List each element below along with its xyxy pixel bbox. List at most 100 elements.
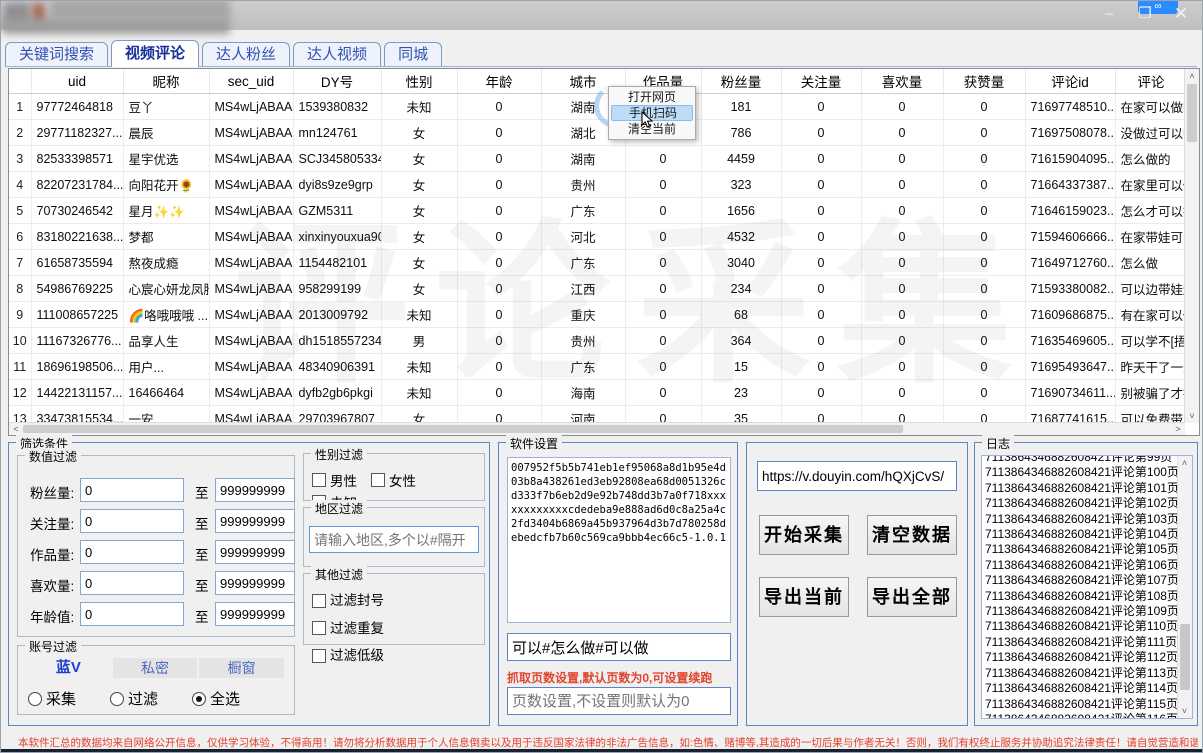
start-collect-button[interactable]: 开始采集 [759,515,849,555]
cell-row-number[interactable]: 1 [9,94,31,120]
cell-works-count[interactable]: 0 [625,172,701,198]
cell-nickname[interactable]: 品享人生 [123,328,209,354]
cell-fans-count[interactable]: 1656 [701,198,781,224]
checkbox-男性[interactable]: 男性 [312,470,357,490]
cell-row-number[interactable]: 3 [9,146,31,172]
checkbox-icon[interactable] [312,473,326,487]
cell-sec-uid[interactable]: MS4wLjABAA... [209,328,293,354]
cell-gender[interactable]: 未知 [381,380,457,406]
cell-comment[interactable]: 怎么才可以找... [1115,198,1185,224]
scroll-up-icon[interactable]: ˄ [1185,71,1199,81]
cell-nickname[interactable]: 心宸心妍龙凤胎 [123,276,209,302]
cell-works-count[interactable]: 0 [625,146,701,172]
cell-comment-id[interactable]: 71609686875... [1025,302,1115,328]
cell-follow-count[interactable]: 0 [781,302,861,328]
cell-comment[interactable]: 有在家可以做... [1115,302,1185,328]
radio-icon[interactable] [110,692,124,706]
cell-like-count[interactable]: 0 [861,302,943,328]
account-type-3-button[interactable]: 橱窗 [199,658,284,678]
cell-sec-uid[interactable]: MS4wLjABAA... [209,354,293,380]
column-header-nickname[interactable]: 昵称 [123,69,209,94]
cell-city[interactable]: 广东 [541,198,625,224]
scroll-right-icon[interactable]: ˃ [1173,424,1183,434]
cell-age[interactable]: 0 [457,146,541,172]
cell-praise-count[interactable]: 0 [943,380,1025,406]
cell-age[interactable]: 0 [457,302,541,328]
cell-comment-id[interactable]: 71649712760... [1025,250,1115,276]
cell-uid[interactable]: 82207231784... [31,172,123,198]
cell-nickname[interactable]: 用户... [123,354,209,380]
cell-sec-uid[interactable]: MS4wLjABAA... [209,302,293,328]
table-vertical-scrollbar[interactable]: ˄ ˅ [1184,69,1199,423]
cell-praise-count[interactable]: 0 [943,224,1025,250]
cell-nickname[interactable]: 星宇优选 [123,146,209,172]
cell-comment-id[interactable]: 71695493647... [1025,354,1115,380]
cell-dy-id[interactable]: xinxinyouxua90 [293,224,381,250]
cell-works-count[interactable]: 0 [625,250,701,276]
cell-follow-count[interactable]: 0 [781,198,861,224]
cell-follow-count[interactable]: 0 [781,172,861,198]
cell-uid[interactable]: 70730246542 [31,198,123,224]
cell-age[interactable]: 0 [457,250,541,276]
cell-sec-uid[interactable]: MS4wLjABAA... [209,198,293,224]
max-input[interactable] [215,478,295,502]
cell-praise-count[interactable]: 0 [943,146,1025,172]
cell-sec-uid[interactable]: MS4wLjABAA... [209,250,293,276]
cell-praise-count[interactable]: 0 [943,302,1025,328]
region-input[interactable] [309,526,479,553]
cell-praise-count[interactable]: 0 [943,354,1025,380]
cell-follow-count[interactable]: 0 [781,250,861,276]
min-input[interactable] [80,571,184,595]
checkbox-icon[interactable] [312,649,326,663]
cell-gender[interactable]: 女 [381,276,457,302]
cell-age[interactable]: 0 [457,94,541,120]
cell-follow-count[interactable]: 0 [781,354,861,380]
cell-comment-id[interactable]: 71646159023... [1025,198,1115,224]
checkbox-icon[interactable] [371,473,385,487]
cell-fans-count[interactable]: 234 [701,276,781,302]
cell-fans-count[interactable]: 15 [701,354,781,380]
tab-5[interactable]: 同城 [384,42,442,66]
cell-sec-uid[interactable]: MS4wLjABAA... [209,406,293,424]
scroll-up-icon[interactable]: ˄ [1178,458,1191,468]
cell-comment-id[interactable]: 71687741615... [1025,406,1115,424]
cell-uid[interactable]: 11167326776... [31,328,123,354]
cell-city[interactable]: 河南 [541,406,625,424]
cell-works-count[interactable]: 0 [625,380,701,406]
cell-fans-count[interactable]: 4532 [701,224,781,250]
min-input[interactable] [80,540,184,564]
table-row[interactable]: 1333473815534...一安MS4wLjABAA...297039678… [9,406,1185,424]
cell-like-count[interactable]: 0 [861,250,943,276]
cell-city[interactable]: 重庆 [541,302,625,328]
cell-city[interactable]: 海南 [541,380,625,406]
close-button[interactable]: ✕ [1169,4,1193,24]
cell-row-number[interactable]: 9 [9,302,31,328]
cell-gender[interactable]: 女 [381,224,457,250]
cell-nickname[interactable]: 晨辰 [123,120,209,146]
scrollbar-thumb[interactable] [1180,624,1190,690]
cell-follow-count[interactable]: 0 [781,146,861,172]
cell-follow-count[interactable]: 0 [781,328,861,354]
cell-comment-id[interactable]: 71664337387... [1025,172,1115,198]
cell-age[interactable]: 0 [457,380,541,406]
table-row[interactable]: 570730246542星月✨✨MS4wLjABAA...GZM5311女0广东… [9,198,1185,224]
cell-follow-count[interactable]: 0 [781,224,861,250]
cell-nickname[interactable]: 向阳花开🌻 [123,172,209,198]
table-row[interactable]: 382533398571星宇优选MS4wLjABAA...SCJ34580533… [9,146,1185,172]
cell-works-count[interactable]: 0 [625,328,701,354]
cell-uid[interactable]: 83180221638... [31,224,123,250]
cell-praise-count[interactable]: 0 [943,198,1025,224]
cell-age[interactable]: 0 [457,354,541,380]
cell-age[interactable]: 0 [457,276,541,302]
cell-nickname[interactable]: 梦都 [123,224,209,250]
cell-dy-id[interactable]: dyi8s9ze9grp [293,172,381,198]
cell-works-count[interactable]: 0 [625,224,701,250]
cell-nickname[interactable]: 熬夜成瘾 [123,250,209,276]
export-current-button[interactable]: 导出当前 [759,577,849,617]
cell-dy-id[interactable]: 1154482101 [293,250,381,276]
cell-comment[interactable]: 可以免费带 [1115,406,1185,424]
cell-like-count[interactable]: 0 [861,224,943,250]
pages-input[interactable] [507,687,731,715]
cell-gender[interactable]: 未知 [381,354,457,380]
cell-gender[interactable]: 女 [381,146,457,172]
